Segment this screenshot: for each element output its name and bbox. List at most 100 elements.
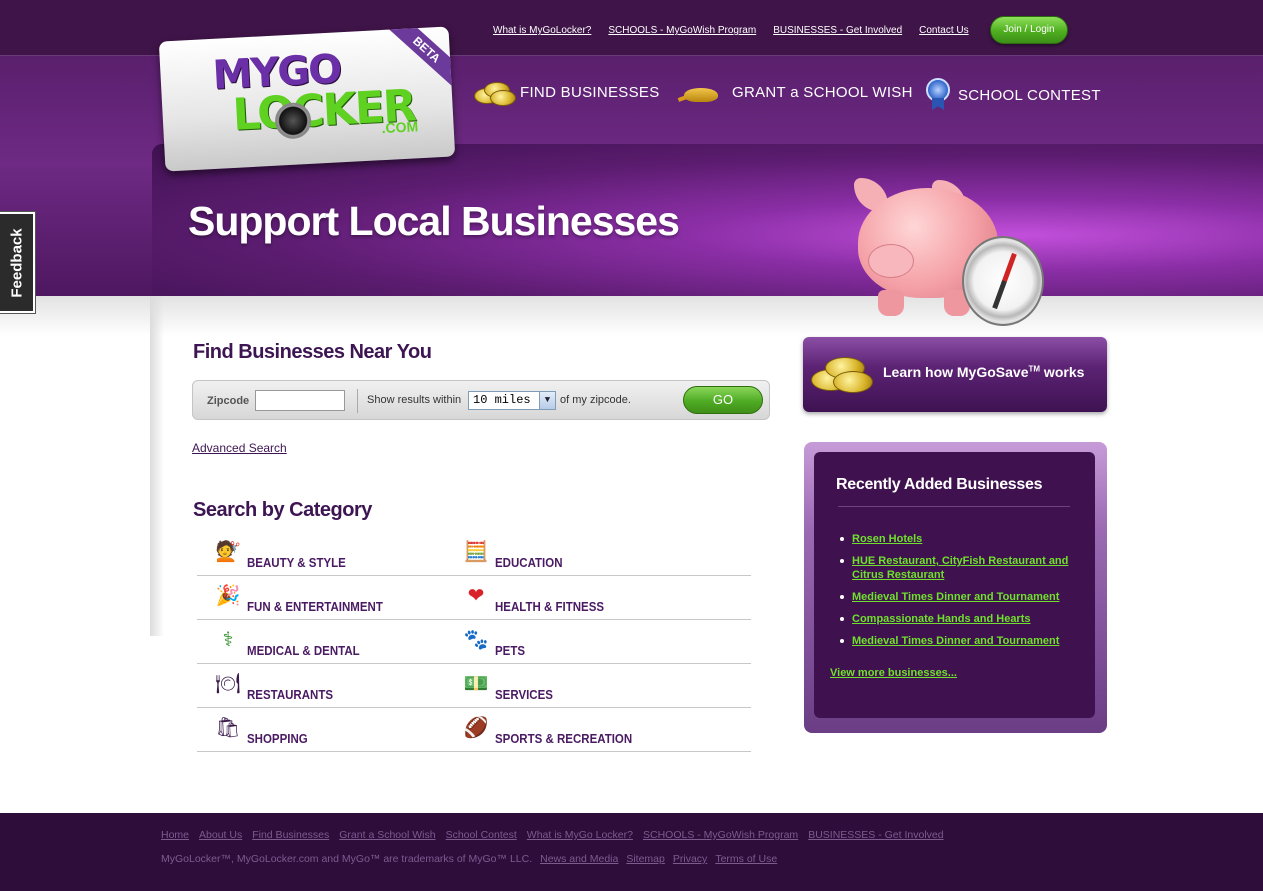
top-link-contact[interactable]: Contact Us [919,25,968,36]
footer-link-sitemap[interactable]: Sitemap [626,853,665,865]
category-restaurants[interactable]: 🍽 RESTAURANTS [213,664,341,708]
business-link[interactable]: Medieval Times Dinner and Tournament [852,591,1059,603]
business-link[interactable]: Rosen Hotels [852,533,922,545]
nav-label: FIND BUSINESSES [520,83,660,101]
category-row: 💇 BEAUTY & STYLE 🧮 EDUCATION [197,532,751,576]
category-heading: Search by Category [193,499,372,521]
list-item: Medieval Times Dinner and Tournament [836,590,1086,604]
footer-link-about[interactable]: About Us [199,829,242,841]
divider [357,389,358,413]
footer-link-what-is[interactable]: What is MyGo Locker? [527,829,633,841]
learn-mygosave-banner[interactable]: Learn how MyGoSaveTM works [803,337,1107,412]
chalkboard-icon: 🧮 [463,541,489,563]
within-label: Show results within [367,394,462,406]
zipcode-label: Zipcode [207,395,250,407]
gold-coins-icon [811,351,875,395]
footer-link-contest[interactable]: School Contest [446,829,517,841]
footer-links: Home About Us Find Businesses Grant a Sc… [161,829,944,841]
shopping-bags-icon: 🛍 [215,717,241,739]
category-label: EDUCATION [495,556,563,570]
feedback-label: Feedback [8,227,25,298]
category-label: FUN & ENTERTAINMENT [247,600,383,614]
category-row: 🎉 FUN & ENTERTAINMENT ❤ HEALTH & FITNESS [197,576,751,620]
top-links: What is MyGoLocker? SCHOOLS - MyGoWish P… [493,25,969,36]
pet-bowl-icon: 🐾 [463,629,489,651]
logo-tld: .COM [381,118,419,137]
compass-icon [962,236,1044,326]
nav-find-businesses[interactable]: FIND BUSINESSES [474,78,660,106]
fireworks-icon: 🎉 [215,585,241,607]
category-beauty-style[interactable]: 💇 BEAUTY & STYLE [213,532,354,576]
footer-link-home[interactable]: Home [161,829,189,841]
nav-school-contest[interactable]: SCHOOL CONTEST [924,78,1101,112]
top-link-schools[interactable]: SCHOOLS - MyGoWish Program [608,25,756,36]
zipcode-input[interactable] [255,390,345,411]
chevron-down-icon[interactable]: ▼ [539,392,555,409]
plate-fork-icon: 🍽 [215,673,241,695]
category-label: SHOPPING [247,732,308,746]
beta-badge: BETA [386,26,456,88]
distance-select[interactable]: 10 miles ▼ [468,391,556,410]
magic-lamp-icon [677,78,726,106]
category-label: RESTAURANTS [247,688,334,702]
nav-label: SCHOOL CONTEST [958,86,1101,104]
category-row: 🍽 RESTAURANTS 💵 SERVICES [197,664,751,708]
category-label: SERVICES [495,688,553,702]
category-medical-dental[interactable]: ⚕ MEDICAL & DENTAL [213,620,369,664]
category-pets[interactable]: 🐾 PETS [461,620,528,664]
category-row: 🛍 SHOPPING 🏈 SPORTS & RECREATION [197,708,751,752]
category-health-fitness[interactable]: ❤ HEALTH & FITNESS [461,576,614,620]
learn-text: Learn how MyGoSaveTM works [883,364,1085,380]
footer-link-privacy[interactable]: Privacy [673,853,707,865]
recent-list: Rosen Hotels HUE Restaurant, CityFish Re… [836,532,1086,656]
business-link[interactable]: Compassionate Hands and Hearts [852,613,1031,625]
footer-link-news[interactable]: News and Media [540,853,618,865]
trademark-text: MyGoLocker™, MyGoLocker.com and MyGo™ ar… [161,853,533,865]
hero-shadow [0,296,1263,336]
content-shadow [150,296,164,636]
distance-value: 10 miles [473,393,531,407]
footer-link-terms[interactable]: Terms of Use [715,853,777,865]
recent-inner: Recently Added Businesses Rosen Hotels H… [814,452,1095,718]
top-link-what-is[interactable]: What is MyGoLocker? [493,25,591,36]
site-logo[interactable]: BETA MYGO LOCKER .COM [158,26,456,172]
business-link[interactable]: Medieval Times Dinner and Tournament [852,635,1059,647]
view-more-link[interactable]: View more businesses... [830,667,957,679]
list-item: Compassionate Hands and Hearts [836,612,1086,626]
award-ribbon-icon [924,78,952,112]
list-item: Medieval Times Dinner and Tournament [836,634,1086,648]
money-icon: 💵 [463,673,489,695]
heart-monitor-icon: ❤ [467,585,485,607]
category-shopping[interactable]: 🛍 SHOPPING [213,708,313,752]
search-bar: Zipcode Show results within 10 miles ▼ o… [192,380,770,420]
footer-link-schools[interactable]: SCHOOLS - MyGoWish Program [643,829,798,841]
footer-link-find[interactable]: Find Businesses [252,829,329,841]
list-item: HUE Restaurant, CityFish Restaurant and … [836,554,1086,582]
business-link[interactable]: HUE Restaurant, CityFish Restaurant and … [852,555,1068,581]
caduceus-icon: ⚕ [222,629,234,651]
category-grid: 💇 BEAUTY & STYLE 🧮 EDUCATION 🎉 FUN & ENT… [197,532,751,752]
category-sports-recreation[interactable]: 🏈 SPORTS & RECREATION [461,708,644,752]
recent-businesses-panel: Recently Added Businesses Rosen Hotels H… [804,442,1107,733]
page-title: Support Local Businesses [188,198,680,244]
footer-link-businesses[interactable]: BUSINESSES - Get Involved [808,829,943,841]
category-education[interactable]: 🧮 EDUCATION [461,532,568,576]
category-fun-entertainment[interactable]: 🎉 FUN & ENTERTAINMENT [213,576,395,620]
gold-coins-icon [474,78,516,106]
join-login-button[interactable]: Join / Login [990,16,1068,44]
find-heading: Find Businesses Near You [193,341,432,363]
category-label: BEAUTY & STYLE [247,556,346,570]
divider [838,506,1070,507]
category-label: HEALTH & FITNESS [495,600,605,614]
nav-label: GRANT a SCHOOL WISH [732,83,913,101]
feedback-tab[interactable]: Feedback [0,212,35,313]
nav-grant-wish[interactable]: GRANT a SCHOOL WISH [677,78,913,106]
go-button[interactable]: GO [683,386,763,414]
category-row: ⚕ MEDICAL & DENTAL 🐾 PETS [197,620,751,664]
footer-link-grant[interactable]: Grant a School Wish [339,829,435,841]
top-link-businesses[interactable]: BUSINESSES - Get Involved [773,25,902,36]
category-services[interactable]: 💵 SERVICES [461,664,558,708]
category-label: PETS [495,644,526,658]
advanced-search-link[interactable]: Advanced Search [192,441,287,455]
footer: Home About Us Find Businesses Grant a Sc… [0,813,1263,891]
